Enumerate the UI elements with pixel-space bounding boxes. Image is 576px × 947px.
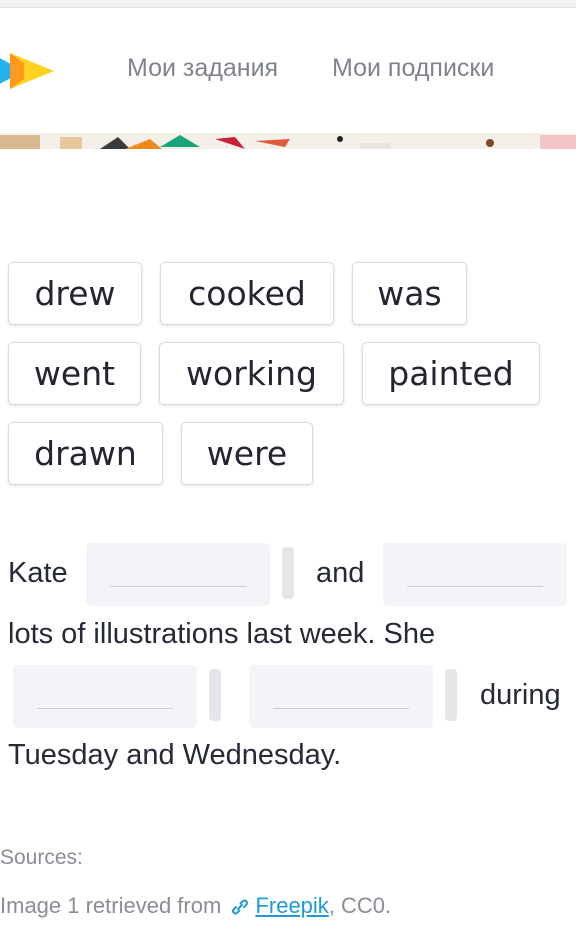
blank-slot-1[interactable] — [86, 543, 270, 606]
word-chip-drew[interactable]: drew — [8, 262, 142, 325]
header: Мои задания Мои подписки — [0, 9, 576, 133]
nav-my-tasks[interactable]: Мои задания — [127, 54, 278, 83]
blank-divider — [445, 669, 457, 721]
word-chip-went[interactable]: went — [8, 342, 141, 405]
brand-logo-icon[interactable] — [0, 47, 60, 95]
link-icon — [229, 896, 251, 922]
credit-suffix: , CC0. — [328, 893, 392, 918]
sources-label: Sources: — [0, 846, 83, 869]
sentence-text-during: during — [480, 679, 561, 711]
word-chip-drawn[interactable]: drawn — [8, 422, 163, 485]
sentence-text-kate: Kate — [8, 557, 68, 589]
banner-image — [0, 133, 576, 149]
sentence-text-line2: lots of illustrations last week. She — [8, 618, 436, 650]
sentence-text-line4: Tuesday and Wednesday. — [8, 739, 342, 771]
word-chip-were[interactable]: were — [181, 422, 313, 485]
nav-my-subscriptions[interactable]: Мои подписки — [332, 54, 494, 83]
word-chip-painted[interactable]: painted — [362, 342, 540, 405]
blank-divider — [209, 669, 221, 721]
image-credit: Image 1 retrieved from Freepik, CC0. — [0, 893, 391, 922]
word-chip-cooked[interactable]: cooked — [160, 262, 334, 325]
blank-slot-4[interactable] — [249, 665, 433, 728]
blank-divider — [282, 547, 294, 599]
blank-slot-3[interactable] — [13, 665, 197, 728]
sentence-text-and: and — [316, 557, 365, 589]
credit-prefix: Image 1 retrieved from — [0, 893, 222, 918]
top-strip — [0, 0, 576, 8]
word-chip-was[interactable]: was — [352, 262, 467, 325]
blank-slot-2[interactable] — [383, 543, 567, 606]
word-chip-working[interactable]: working — [159, 342, 344, 405]
freepik-link[interactable]: Freepik — [255, 893, 328, 918]
